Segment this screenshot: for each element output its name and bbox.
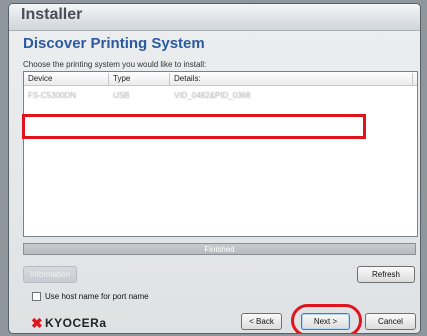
refresh-button[interactable]: Refresh: [357, 266, 415, 283]
device-list[interactable]: Device Type Details: FS-C5300DN USB VID_…: [23, 71, 418, 237]
use-host-name-label[interactable]: Use host name for port name: [45, 292, 149, 301]
column-header-type[interactable]: Type: [109, 73, 170, 85]
kyocera-mark-icon: ✖: [31, 315, 43, 331]
installer-window: Installer Discover Printing System Choos…: [8, 3, 421, 334]
back-button[interactable]: < Back: [241, 313, 282, 330]
device-type-cell: USB: [113, 91, 130, 100]
title-bar: Installer: [9, 4, 420, 31]
instruction-text: Choose the printing system you would lik…: [23, 60, 207, 69]
column-header-details[interactable]: Details:: [170, 73, 413, 85]
column-header-device[interactable]: Device: [24, 73, 109, 85]
use-host-name-checkbox[interactable]: [32, 292, 41, 301]
cancel-button[interactable]: Cancel: [365, 313, 416, 330]
device-row[interactable]: FS-C5300DN USB VID_0482&PID_0368: [24, 88, 417, 104]
progress-status-text: Finished: [204, 245, 235, 254]
device-name-cell: FS-C5300DN: [28, 91, 77, 100]
device-list-header: Device Type Details:: [24, 72, 417, 86]
progress-bar: Finished: [23, 243, 416, 255]
next-button-highlight: [291, 304, 362, 333]
device-details-cell: VID_0482&PID_0368: [174, 91, 251, 100]
window-title: Installer: [21, 6, 83, 23]
device-row-highlight: [22, 114, 366, 139]
kyocera-logo-text: KYOCERa: [45, 316, 107, 330]
page-heading: Discover Printing System: [23, 35, 205, 52]
information-button[interactable]: Information: [23, 266, 77, 283]
